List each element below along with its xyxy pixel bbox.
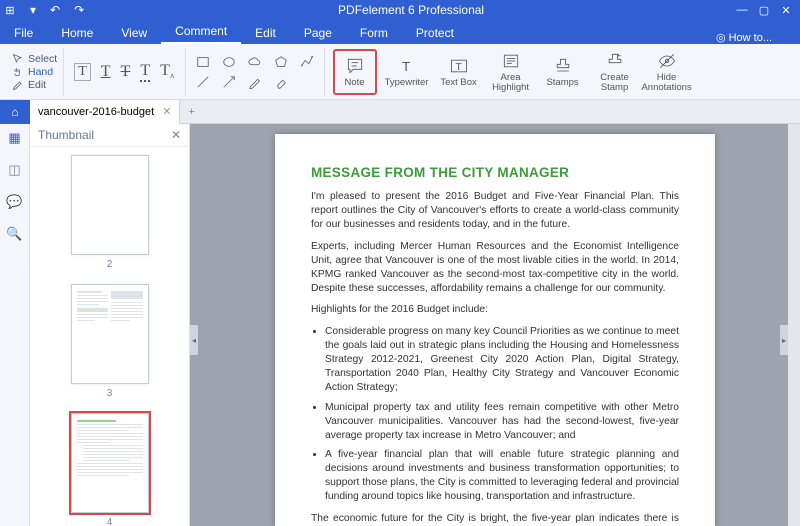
note-tool[interactable]: Note — [333, 49, 377, 95]
cursor-icon — [12, 53, 24, 65]
create-stamp-tool[interactable]: +CreateStamp — [593, 49, 637, 95]
undo-icon[interactable]: ↶ — [50, 3, 60, 17]
howto-link[interactable]: How to... — [716, 31, 792, 44]
rail-bookmarks-icon[interactable]: ◫ — [8, 162, 20, 178]
menu-protect[interactable]: Protect — [402, 22, 468, 44]
document-tab[interactable]: vancouver-2016-budget ✕ — [30, 100, 180, 124]
menu-view[interactable]: View — [107, 22, 161, 44]
stamps-tool[interactable]: Stamps — [541, 49, 585, 95]
doc-paragraph: I'm pleased to present the 2016 Budget a… — [311, 190, 679, 232]
menu-form[interactable]: Form — [346, 22, 402, 44]
stamps-icon — [553, 56, 573, 76]
edit-tool[interactable]: Edit — [12, 79, 57, 91]
caret-tool[interactable]: T˄ — [160, 62, 174, 81]
add-tab-button[interactable]: + — [180, 106, 202, 118]
menu-comment[interactable]: Comment — [161, 20, 241, 44]
window-title: PDFelement 6 Professional — [94, 3, 728, 17]
hand-tool[interactable]: Hand — [12, 66, 57, 78]
vertical-scrollbar[interactable] — [788, 124, 800, 526]
menu-page[interactable]: Page — [290, 22, 346, 44]
thumbnail-page[interactable] — [71, 284, 149, 384]
doc-bullet: Municipal property tax and utility fees … — [325, 401, 679, 443]
line-shape[interactable] — [196, 75, 210, 89]
create-stamp-icon: + — [605, 51, 625, 71]
thumbnail-number: 3 — [107, 388, 113, 399]
svg-text:T: T — [402, 59, 410, 74]
doc-bullet: Considerable progress on many key Counci… — [325, 325, 679, 394]
thumbnail-number: 4 — [107, 517, 113, 526]
polygon-shape[interactable] — [274, 55, 288, 69]
highlight-text-tool[interactable]: T — [74, 63, 91, 81]
arrow-shape[interactable] — [222, 75, 236, 89]
hide-annotations-tool[interactable]: HideAnnotations — [645, 49, 689, 95]
oval-shape[interactable] — [222, 55, 236, 69]
app-logo-icon: ⊞ — [0, 4, 20, 17]
eraser-tool[interactable] — [274, 75, 288, 89]
doc-paragraph: Experts, including Mercer Human Resource… — [311, 240, 679, 296]
typewriter-icon: T — [397, 56, 417, 76]
hide-icon — [657, 51, 677, 71]
underline-tool[interactable]: T — [101, 63, 111, 81]
left-splitter-handle[interactable]: ◂ — [190, 325, 198, 355]
redo-icon[interactable]: ↷ — [74, 3, 84, 17]
document-page[interactable]: MESSAGE FROM THE CITY MANAGER I'm please… — [275, 134, 715, 526]
select-tool[interactable]: Select — [12, 53, 57, 65]
rectangle-shape[interactable] — [196, 55, 210, 69]
thumbnail-page[interactable] — [71, 413, 149, 513]
strikethrough-tool[interactable]: T — [121, 63, 131, 81]
menu-home[interactable]: Home — [47, 22, 107, 44]
area-highlight-icon — [501, 51, 521, 71]
svg-text:+: + — [616, 51, 621, 60]
menu-edit[interactable]: Edit — [241, 22, 290, 44]
typewriter-tool[interactable]: TTypewriter — [385, 49, 429, 95]
doc-bullet: A five-year financial plan that will ena… — [325, 448, 679, 504]
svg-text:T: T — [455, 62, 461, 73]
close-tab-icon[interactable]: ✕ — [162, 105, 171, 118]
menu-file[interactable]: File — [0, 22, 47, 44]
close-window-button[interactable]: ✕ — [778, 4, 794, 17]
area-highlight-tool[interactable]: AreaHighlight — [489, 49, 533, 95]
rail-comments-icon[interactable]: 💬 — [6, 194, 22, 210]
pencil-tool[interactable] — [248, 75, 262, 89]
doc-paragraph: The economic future for the City is brig… — [311, 512, 679, 526]
squiggly-tool[interactable]: T — [140, 62, 150, 82]
document-tab-label: vancouver-2016-budget — [38, 106, 154, 118]
textbox-tool[interactable]: TText Box — [437, 49, 481, 95]
right-splitter-handle[interactable]: ▸ — [780, 325, 788, 355]
doc-heading: MESSAGE FROM THE CITY MANAGER — [311, 164, 679, 182]
minimize-button[interactable]: — — [734, 4, 750, 17]
note-icon — [345, 56, 365, 76]
close-panel-icon[interactable]: ✕ — [171, 128, 181, 142]
rail-thumbnails-icon[interactable]: ▦ — [8, 130, 20, 146]
thumbnail-page[interactable] — [71, 155, 149, 255]
hand-icon — [12, 66, 24, 78]
home-tab-button[interactable]: ⌂ — [0, 100, 30, 124]
cloud-shape[interactable] — [248, 55, 262, 69]
doc-paragraph: Highlights for the 2016 Budget include: — [311, 303, 679, 317]
maximize-button[interactable]: ▢ — [756, 4, 772, 17]
quicksave-icon[interactable]: ▾ — [30, 3, 36, 17]
edit-icon — [12, 79, 24, 91]
connected-lines-shape[interactable] — [300, 55, 314, 69]
rail-search-icon[interactable]: 🔍 — [6, 226, 22, 242]
textbox-icon: T — [449, 56, 469, 76]
thumbnail-panel-title: Thumbnail — [38, 128, 94, 142]
thumbnail-number: 2 — [107, 259, 113, 270]
